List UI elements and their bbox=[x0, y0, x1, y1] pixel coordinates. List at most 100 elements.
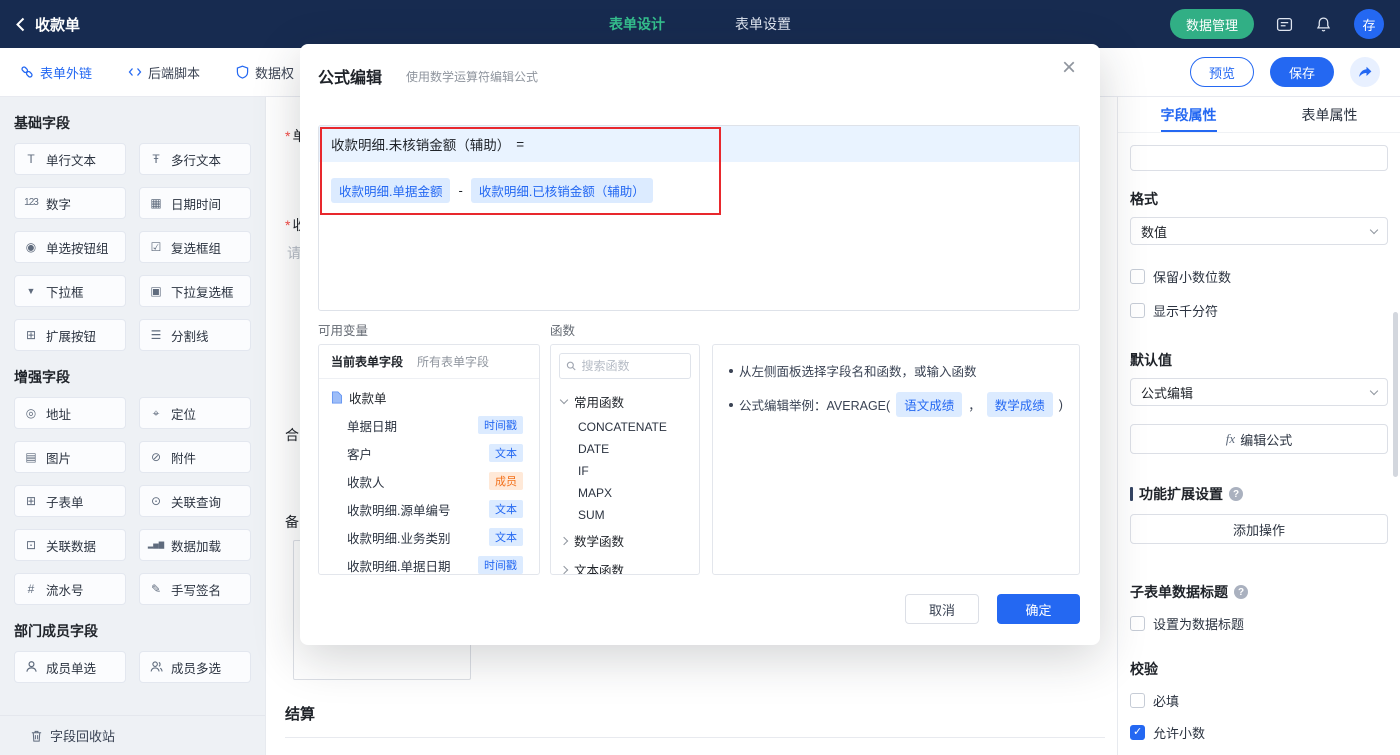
checkbox-label: 设置为数据标题 bbox=[1153, 617, 1245, 632]
multi-line-text-icon: Ŧ bbox=[152, 152, 160, 166]
preview-button[interactable]: 预览 bbox=[1190, 57, 1254, 87]
field-recycle-bin[interactable]: 字段回收站 bbox=[0, 715, 265, 755]
tab-field-properties[interactable]: 字段属性 bbox=[1118, 97, 1259, 132]
shortcut-icon[interactable] bbox=[1276, 16, 1293, 33]
help-icon[interactable]: ? bbox=[1234, 585, 1248, 599]
checkbox-checked[interactable] bbox=[1130, 725, 1145, 740]
option-decimal-places[interactable]: 保留小数位数 bbox=[1130, 267, 1388, 286]
help-icon[interactable]: ? bbox=[1229, 487, 1243, 501]
field-button-serial-number[interactable]: # 流水号 bbox=[14, 573, 126, 605]
variable-item[interactable]: 收款明细.源单编号 文本 bbox=[319, 495, 539, 523]
variable-name: 收款明细.单据日期 bbox=[347, 559, 451, 574]
backend-script-link[interactable]: 后端脚本 bbox=[128, 63, 200, 82]
field-button-member-multi[interactable]: 成员多选 bbox=[139, 651, 251, 683]
field-label: 日期时间 bbox=[171, 197, 222, 212]
variable-name: 客户 bbox=[347, 447, 373, 462]
variable-item[interactable]: 客户 文本 bbox=[319, 439, 539, 467]
field-title-input[interactable] bbox=[1130, 145, 1388, 171]
confirm-button[interactable]: 确定 bbox=[997, 594, 1080, 624]
tab-form-settings[interactable]: 表单设置 bbox=[735, 14, 791, 34]
edit-formula-button[interactable]: fx 编辑公式 bbox=[1130, 424, 1388, 454]
field-label: 子表单 bbox=[46, 495, 84, 510]
variable-item[interactable]: 单据日期 时间戳 bbox=[319, 411, 539, 439]
tab-current-form-fields[interactable]: 当前表单字段 bbox=[331, 353, 403, 370]
field-button-multi-line-text[interactable]: Ŧ 多行文本 bbox=[139, 143, 251, 175]
add-action-button[interactable]: 添加操作 bbox=[1130, 514, 1388, 544]
cancel-button[interactable]: 取消 bbox=[905, 594, 979, 624]
field-button-divider[interactable]: ☰ 分割线 bbox=[139, 319, 251, 351]
field-button-relation-data[interactable]: ⊡ 关联数据 bbox=[14, 529, 126, 561]
avatar[interactable]: 存 bbox=[1354, 9, 1384, 39]
option-required[interactable]: 必填 bbox=[1130, 691, 1388, 710]
signature-icon: ✎ bbox=[150, 582, 162, 596]
option-thousand-separator[interactable]: 显示千分符 bbox=[1130, 301, 1388, 320]
field-label: 复选框组 bbox=[171, 241, 222, 256]
data-permission-link[interactable]: 数据权 bbox=[236, 63, 294, 82]
function-group-label: 数学函数 bbox=[574, 535, 625, 549]
format-select[interactable]: 数值 bbox=[1130, 217, 1388, 245]
field-button-radio-group[interactable]: ◉ 单选按钮组 bbox=[14, 231, 126, 263]
checkbox[interactable] bbox=[1130, 269, 1145, 284]
variable-item[interactable]: 收款明细.单据日期 时间戳 bbox=[319, 551, 539, 574]
function-group-math[interactable]: 数学函数 bbox=[551, 526, 699, 555]
field-button-location[interactable]: ⌖ 定位 bbox=[139, 397, 251, 429]
field-button-relation-query[interactable]: ⊙ 关联查询 bbox=[139, 485, 251, 517]
formula-token-operand2[interactable]: 收款明细.已核销金额（辅助） bbox=[470, 178, 653, 203]
serial-number-icon: # bbox=[27, 582, 35, 596]
checkbox[interactable] bbox=[1130, 616, 1145, 631]
field-button-extend-button[interactable]: ⊞ 扩展按钮 bbox=[14, 319, 126, 351]
data-manage-button[interactable]: 数据管理 bbox=[1169, 9, 1254, 39]
field-button-dropdown[interactable]: ▼ 下拉框 bbox=[14, 275, 126, 307]
field-button-number[interactable]: 123 数字 bbox=[14, 187, 126, 219]
back-button[interactable] bbox=[16, 17, 25, 32]
function-search-input[interactable] bbox=[581, 359, 684, 373]
function-search-box[interactable] bbox=[559, 353, 691, 379]
function-group-text[interactable]: 文本函数 bbox=[551, 555, 699, 574]
formula-token-operand1[interactable]: 收款明细.单据金额 bbox=[331, 178, 451, 203]
tab-all-form-fields[interactable]: 所有表单字段 bbox=[417, 353, 489, 370]
default-value-select[interactable]: 公式编辑 bbox=[1130, 378, 1388, 406]
single-line-text-icon: T bbox=[27, 152, 35, 166]
tab-form-design[interactable]: 表单设计 bbox=[609, 14, 665, 34]
field-button-address[interactable]: ◎ 地址 bbox=[14, 397, 126, 429]
function-item[interactable]: MAPX bbox=[551, 482, 699, 504]
scrollbar-thumb[interactable] bbox=[1393, 312, 1398, 477]
formula-editor-area[interactable]: 收款明细.未核销金额（辅助） = 收款明细.单据金额 - 收款明细.已核销金额（… bbox=[318, 125, 1080, 311]
variables-pane-label: 可用变量 bbox=[318, 324, 369, 338]
checkbox[interactable] bbox=[1130, 693, 1145, 708]
field-button-data-load[interactable]: ▂▅▇ 数据加载 bbox=[139, 529, 251, 561]
close-icon[interactable]: × bbox=[1062, 56, 1076, 80]
field-button-datetime[interactable]: ▦ 日期时间 bbox=[139, 187, 251, 219]
required-mark: * bbox=[285, 217, 291, 233]
checkbox[interactable] bbox=[1130, 303, 1145, 318]
field-button-subform[interactable]: ⊞ 子表单 bbox=[14, 485, 126, 517]
help-example-separator: ， bbox=[968, 399, 981, 413]
field-button-checkbox-group[interactable]: ☑ 复选框组 bbox=[139, 231, 251, 263]
field-button-member-single[interactable]: 成员单选 bbox=[14, 651, 126, 683]
relation-data-icon: ⊡ bbox=[25, 538, 37, 552]
function-group-common[interactable]: 常用函数 bbox=[551, 387, 699, 416]
field-button-multi-dropdown[interactable]: ▣ 下拉复选框 bbox=[139, 275, 251, 307]
topbar: 收款单 表单设计 表单设置 数据管理 存 bbox=[0, 0, 1400, 48]
save-button[interactable]: 保存 bbox=[1270, 57, 1334, 87]
field-button-signature[interactable]: ✎ 手写签名 bbox=[139, 573, 251, 605]
variables-root-node[interactable]: 收款单 bbox=[319, 379, 539, 411]
function-item[interactable]: CONCATENATE bbox=[551, 416, 699, 438]
form-external-link[interactable]: 表单外链 bbox=[20, 63, 92, 82]
option-set-data-title[interactable]: 设置为数据标题 bbox=[1130, 614, 1388, 633]
variable-item[interactable]: 收款明细.业务类别 文本 bbox=[319, 523, 539, 551]
settlement-section-title: 结算 bbox=[285, 706, 316, 723]
function-item[interactable]: DATE bbox=[551, 438, 699, 460]
field-button-single-line-text[interactable]: T 单行文本 bbox=[14, 143, 126, 175]
function-item[interactable]: SUM bbox=[551, 504, 699, 526]
function-item[interactable]: IF bbox=[551, 460, 699, 482]
variable-type-badge: 文本 bbox=[489, 444, 523, 462]
option-allow-decimal[interactable]: 允许小数 bbox=[1130, 723, 1388, 742]
modal-subtitle: 使用数学运算符编辑公式 bbox=[406, 70, 539, 84]
field-button-attachment[interactable]: ⊘ 附件 bbox=[139, 441, 251, 473]
bell-icon[interactable] bbox=[1315, 16, 1332, 33]
field-button-image[interactable]: ▤ 图片 bbox=[14, 441, 126, 473]
share-button[interactable] bbox=[1350, 57, 1380, 87]
tab-form-properties[interactable]: 表单属性 bbox=[1259, 97, 1400, 132]
variable-item[interactable]: 收款人 成员 bbox=[319, 467, 539, 495]
